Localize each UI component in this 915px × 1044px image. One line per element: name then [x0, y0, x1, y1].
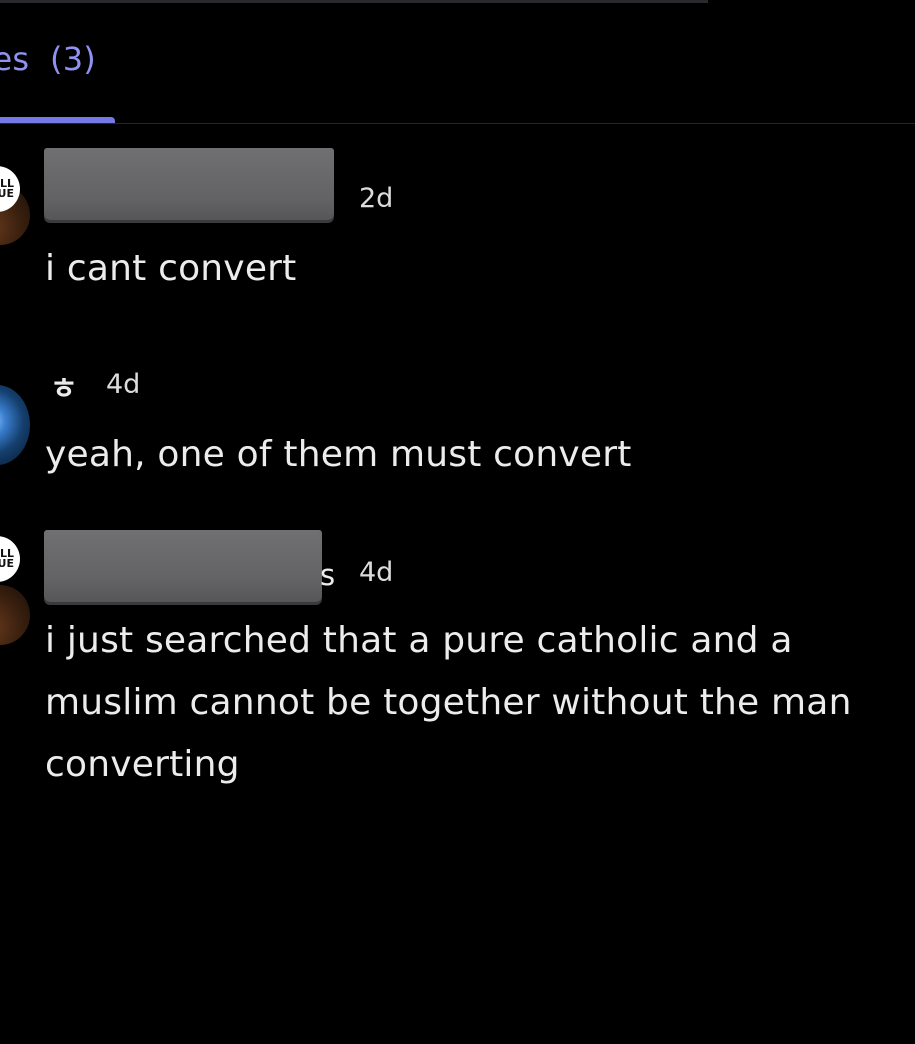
username[interactable]: ㅎ [50, 364, 78, 408]
avatar[interactable] [0, 585, 30, 645]
username-redacted [44, 148, 334, 220]
message-text: i just searched that a pure catholic and… [45, 620, 852, 785]
timestamp: 4d [106, 369, 141, 400]
avatar-badge-icon: LL UE [0, 536, 20, 582]
tab-count: (3) [50, 40, 96, 78]
username-redacted [44, 530, 322, 602]
tab-divider [0, 123, 915, 124]
tab-label: ges [0, 40, 30, 78]
timestamp: 2d [359, 183, 394, 214]
username-tail: s [320, 558, 336, 592]
timestamp: 4d [359, 557, 394, 588]
message-text: i cant convert [45, 248, 297, 289]
avatar[interactable] [0, 385, 30, 465]
message-text: yeah, one of them must convert [45, 434, 632, 475]
messages-panel: ges (3) LLUE 2d i cant convert ㅎ 4d yeah… [0, 0, 915, 1044]
tab-messages[interactable]: ges (3) [0, 40, 96, 78]
top-divider [0, 0, 708, 3]
